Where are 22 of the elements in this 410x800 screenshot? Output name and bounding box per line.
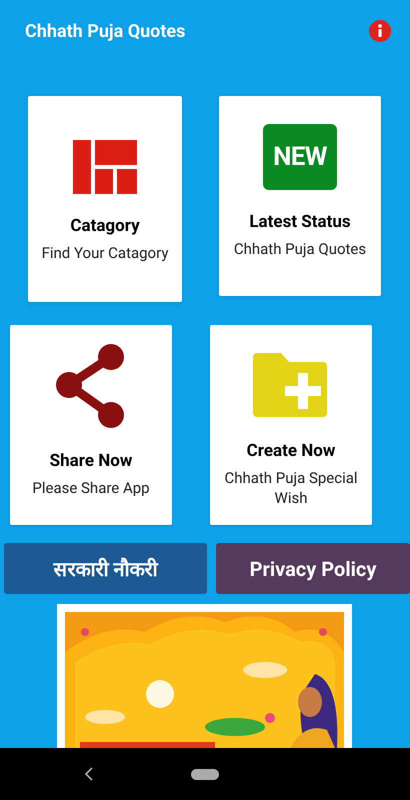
card-title: Share Now <box>50 451 132 472</box>
link-button[interactable]: सरकारी नौकरी <box>4 543 207 594</box>
link-button[interactable]: Privacy Policy <box>216 543 410 594</box>
back-icon[interactable] <box>85 767 93 781</box>
home-handle[interactable] <box>191 768 219 780</box>
menu-card[interactable]: Catagory Find Your Catagory <box>28 96 182 302</box>
info-icon[interactable] <box>368 19 392 43</box>
card-subtitle: Please Share App <box>31 478 151 498</box>
card-title: Create Now <box>246 441 336 462</box>
card-subtitle: Find Your Catagory <box>40 243 170 264</box>
menu-card[interactable]: NEW Latest Status Chhath Puja Quotes <box>219 96 381 296</box>
app-title: Chhath Puja Quotes <box>25 20 186 44</box>
menu-card[interactable]: Create Now Chhath Puja Special Wish <box>210 325 372 525</box>
card-subtitle: Chhath Puja Quotes <box>232 239 368 260</box>
share-icon <box>55 343 127 429</box>
menu-card[interactable]: Share Now Please Share App <box>10 325 172 525</box>
folder-plus-icon <box>253 353 329 419</box>
new-badge: NEW <box>263 124 337 190</box>
layout-icon <box>73 140 137 194</box>
card-title: Latest Status <box>249 212 351 234</box>
card-subtitle: Chhath Puja Special Wish <box>223 468 359 508</box>
card-title: Catagory <box>70 216 140 238</box>
